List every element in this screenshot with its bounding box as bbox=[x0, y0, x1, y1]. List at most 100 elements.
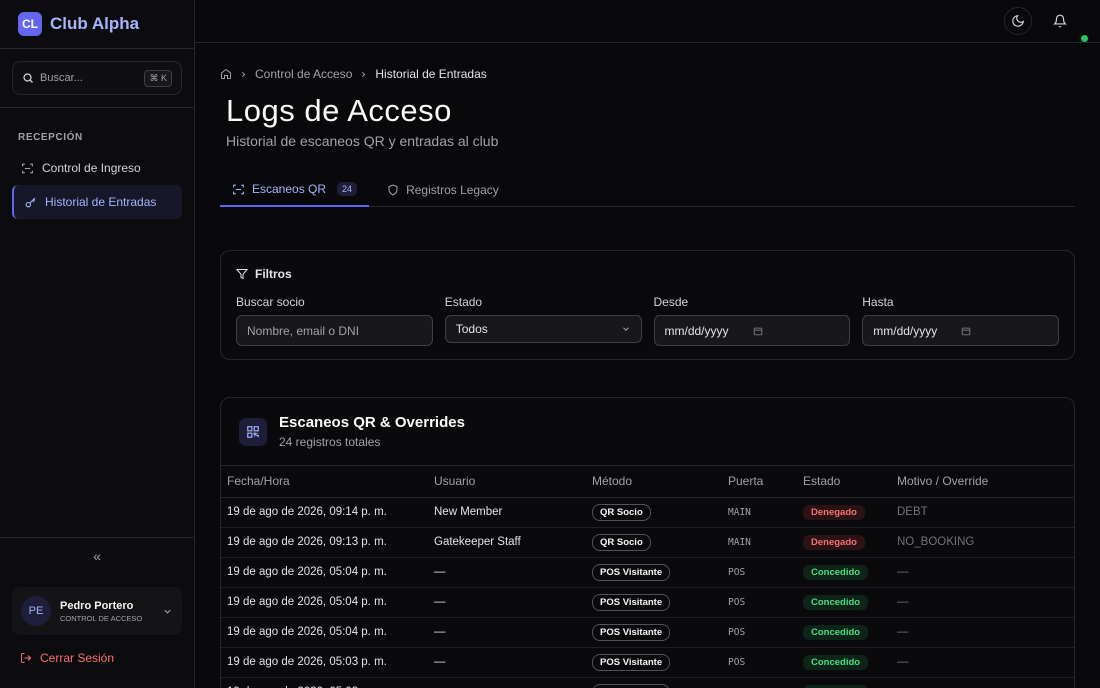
row-user: — bbox=[428, 677, 586, 688]
chevron-right-icon bbox=[362, 71, 366, 77]
row-reason: DEBT bbox=[891, 497, 1074, 528]
scans-table-panel: Escaneos QR & Overrides 24 registros tot… bbox=[220, 397, 1075, 688]
column-header[interactable]: Puerta bbox=[722, 466, 797, 498]
member-search-input[interactable]: Nombre, email o DNI bbox=[236, 315, 433, 346]
user-name: Pedro Portero bbox=[60, 599, 134, 612]
tab-escaneos-qr[interactable]: Escaneos QR 24 bbox=[220, 173, 370, 207]
table-row[interactable]: 19 de ago de 2026, 05:04 p. m. — POS Visit… bbox=[221, 587, 1074, 618]
row-datetime: 19 de ago de 2026, 05:03 p. m. bbox=[221, 647, 428, 678]
home-icon[interactable] bbox=[220, 68, 232, 80]
table-row[interactable]: 19 de ago de 2026, 05:04 p. m. — POS Visit… bbox=[221, 617, 1074, 648]
table-title: Escaneos QR & Overrides bbox=[279, 414, 465, 431]
sidebar: CL Club Alpha Buscar... ⌘ K RECEPCIÓN Co… bbox=[0, 0, 195, 688]
qr-code-icon bbox=[239, 417, 267, 446]
method-badge: POS Visitante bbox=[592, 653, 671, 671]
page-title: Logs de Acceso bbox=[226, 93, 452, 128]
method-badge: POS Visitante bbox=[592, 683, 671, 688]
table-row[interactable]: 19 de ago de 2026, 09:13 p. m. Gatekeeper… bbox=[221, 527, 1074, 558]
row-reason: — bbox=[891, 647, 1074, 678]
status-badge: Concedido bbox=[803, 594, 869, 610]
status-filter-label: Estado bbox=[444, 295, 483, 309]
collapse-sidebar-button[interactable]: « bbox=[0, 537, 194, 573]
table-row[interactable]: 19 de ago de 2026, 09:14 p. m. New Member… bbox=[221, 497, 1074, 528]
chevron-down-icon bbox=[622, 327, 629, 331]
tab-label: Registros Legacy bbox=[406, 183, 499, 197]
status-badge: Concedido bbox=[803, 624, 869, 640]
status-badge: Concedido bbox=[803, 564, 869, 580]
calendar-icon[interactable] bbox=[961, 326, 971, 336]
row-datetime: 19 de ago de 2026, 05:04 p. m. bbox=[221, 557, 428, 588]
column-header[interactable]: Estado bbox=[797, 466, 891, 498]
sidebar-item-label: Historial de Entradas bbox=[45, 195, 157, 209]
chevrons-left-icon: « bbox=[93, 547, 101, 564]
method-badge: POS Visitante bbox=[592, 593, 671, 611]
brand-name: Club Alpha bbox=[50, 14, 140, 33]
search-input[interactable]: Buscar... ⌘ K bbox=[12, 61, 182, 95]
table-subtitle: 24 registros totales bbox=[279, 435, 381, 449]
search-icon bbox=[23, 73, 33, 83]
status-select[interactable]: Todos bbox=[444, 315, 642, 343]
member-search-label: Buscar socio bbox=[236, 295, 305, 309]
status-badge: Denegado bbox=[803, 534, 865, 550]
status-badge: Concedido bbox=[803, 684, 869, 688]
logout-button[interactable]: Cerrar Sesión bbox=[20, 651, 114, 665]
row-door: POS bbox=[722, 587, 797, 618]
scan-icon bbox=[233, 184, 244, 194]
topbar bbox=[195, 0, 1100, 43]
method-badge: QR Socio bbox=[592, 503, 651, 521]
logout-icon bbox=[21, 653, 32, 663]
row-user: New Member bbox=[428, 497, 586, 528]
row-door: POS bbox=[722, 677, 797, 688]
row-datetime: 19 de ago de 2026, 05:04 p. m. bbox=[221, 617, 428, 648]
column-header[interactable]: Usuario bbox=[428, 466, 586, 498]
calendar-icon[interactable] bbox=[753, 326, 763, 336]
row-user: — bbox=[428, 647, 586, 678]
row-reason: — bbox=[891, 617, 1074, 648]
user-role: CONTROL DE ACCESO bbox=[60, 613, 143, 623]
table-row[interactable]: 19 de ago de 2026, 05:03 p. m.—POS Visit… bbox=[221, 677, 1074, 688]
scans-table: Fecha/Hora Usuario Método Puerta Estado … bbox=[221, 466, 1074, 688]
sidebar-item-label: Control de Ingreso bbox=[42, 161, 141, 175]
date-from-label: Desde bbox=[653, 295, 689, 309]
filters-panel: Filtros Buscar socio Nombre, email o DNI… bbox=[220, 250, 1075, 360]
row-reason: — bbox=[891, 557, 1074, 588]
table-row[interactable]: 19 de ago de 2026, 05:03 p. m.—POS Visit… bbox=[221, 647, 1074, 678]
notification-dot bbox=[1081, 35, 1088, 42]
column-header[interactable]: Fecha/Hora bbox=[221, 466, 428, 498]
method-badge: POS Visitante bbox=[592, 563, 671, 581]
main-content: Control de Acceso Historial de Entradas … bbox=[195, 0, 1100, 688]
filter-icon bbox=[236, 269, 248, 280]
table-row[interactable]: 19 de ago de 2026, 05:04 p. m. — POS Visit… bbox=[221, 557, 1074, 588]
status-badge: Concedido bbox=[803, 654, 869, 670]
sidebar-section-label: RECEPCIÓN bbox=[18, 132, 83, 143]
row-datetime: 19 de ago de 2026, 05:04 p. m. bbox=[221, 587, 428, 618]
user-menu[interactable]: PE Pedro Portero CONTROL DE ACCESO bbox=[12, 587, 182, 635]
row-door: POS bbox=[722, 557, 797, 588]
theme-toggle-button[interactable] bbox=[1004, 7, 1032, 35]
method-badge: QR Socio bbox=[592, 533, 651, 551]
date-from-input[interactable]: mm/dd/yyyy bbox=[653, 315, 851, 346]
sidebar-item-control-ingreso[interactable]: Control de Ingreso bbox=[12, 151, 182, 185]
chevron-down-icon bbox=[164, 609, 171, 614]
column-header[interactable]: Motivo / Override bbox=[891, 466, 1074, 498]
tab-registros-legacy[interactable]: Registros Legacy bbox=[375, 173, 511, 207]
brand[interactable]: CL Club Alpha bbox=[0, 0, 194, 49]
breadcrumb-item[interactable]: Control de Acceso bbox=[255, 67, 352, 81]
date-to-label: Hasta bbox=[862, 295, 894, 309]
avatar: PE bbox=[21, 596, 51, 626]
row-datetime: 19 de ago de 2026, 09:14 p. m. bbox=[221, 497, 428, 528]
row-user: — bbox=[428, 617, 586, 648]
breadcrumb-current: Historial de Entradas bbox=[375, 67, 487, 81]
row-reason: — bbox=[891, 677, 1074, 688]
row-user: — bbox=[428, 557, 586, 588]
row-datetime: 19 de ago de 2026, 09:13 p. m. bbox=[221, 527, 428, 558]
sidebar-item-historial-entradas[interactable]: Historial de Entradas bbox=[12, 185, 182, 219]
tabs: Escaneos QR 24 Registros Legacy bbox=[220, 173, 1075, 207]
row-datetime: 19 de ago de 2026, 05:03 p. m. bbox=[221, 677, 428, 688]
notifications-button[interactable] bbox=[1046, 7, 1088, 42]
column-header[interactable]: Método bbox=[586, 466, 722, 498]
row-user: — bbox=[428, 587, 586, 618]
status-badge: Denegado bbox=[803, 504, 865, 520]
date-to-input[interactable]: mm/dd/yyyy bbox=[862, 315, 1059, 346]
page-subtitle: Historial de escaneos QR y entradas al c… bbox=[226, 133, 499, 149]
